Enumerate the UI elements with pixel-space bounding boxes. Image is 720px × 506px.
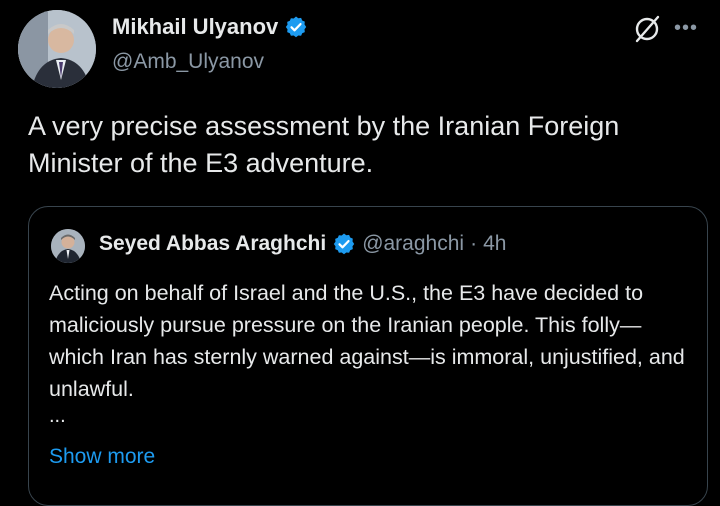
quoted-header: Seyed Abbas Araghchi @araghchi · 4h — [99, 232, 506, 256]
author-handle[interactable]: @Amb_Ulyanov — [112, 50, 264, 74]
quoted-timestamp[interactable]: 4h — [483, 232, 506, 256]
quoted-author-photo — [51, 229, 85, 263]
show-more-link[interactable]: Show more — [49, 445, 155, 469]
meta-separator: · — [470, 232, 478, 255]
quoted-author-avatar[interactable] — [51, 229, 85, 263]
quoted-author-handle[interactable]: @araghchi — [362, 232, 464, 256]
quoted-tweet[interactable]: Seyed Abbas Araghchi @araghchi · 4h Acti… — [28, 206, 708, 506]
verified-badge-icon — [286, 16, 307, 38]
author-name-row[interactable]: Mikhail Ulyanov — [112, 14, 308, 40]
author-name[interactable]: Mikhail Ulyanov — [112, 14, 278, 40]
tweet-text: A very precise assessment by the Iranian… — [28, 111, 620, 178]
quoted-text: Acting on behalf of Israel and the U.S.,… — [49, 281, 685, 401]
verified-badge-icon — [333, 233, 355, 255]
quoted-author-name[interactable]: Seyed Abbas Araghchi — [99, 232, 326, 256]
quoted-ellipsis: ... — [49, 405, 66, 427]
grok-icon[interactable] — [632, 14, 662, 44]
author-photo — [18, 10, 96, 88]
author-avatar[interactable] — [18, 10, 96, 88]
more-options-icon[interactable]: ••• — [674, 18, 698, 38]
